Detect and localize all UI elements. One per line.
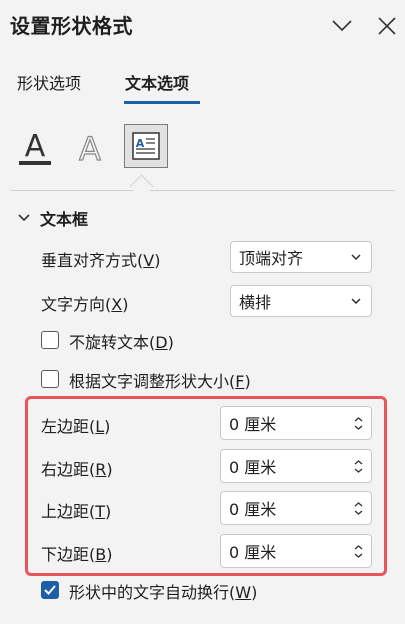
tab-text-options[interactable]: 文本选项 <box>125 70 189 94</box>
left-margin-label: 左边距(L) <box>41 417 111 436</box>
spinner-arrows-icon[interactable] <box>354 501 363 515</box>
autofit-checkbox[interactable] <box>41 370 59 388</box>
vertical-alignment-value: 顶端对齐 <box>239 249 304 268</box>
spinner-arrows-icon[interactable] <box>354 544 363 558</box>
text-direction-select[interactable]: 横排 <box>230 285 372 317</box>
right-margin-label: 右边距(R) <box>41 460 113 479</box>
svg-text:A: A <box>79 130 101 168</box>
chevron-down-icon <box>18 214 30 222</box>
text-direction-label: 文字方向(X) <box>41 295 129 314</box>
spinner-arrows-icon[interactable] <box>354 416 363 430</box>
pane-title: 设置形状格式 <box>10 14 133 38</box>
text-fill-icon[interactable]: A <box>13 126 57 170</box>
autofit-label: 根据文字调整形状大小(F) <box>69 372 251 391</box>
top-margin-value: 0 厘米 <box>229 500 277 519</box>
right-margin-value: 0 厘米 <box>229 458 277 477</box>
vertical-alignment-label: 垂直对齐方式(V) <box>41 251 161 270</box>
section-title: 文本框 <box>40 210 89 229</box>
chevron-down-icon <box>351 254 361 260</box>
chevron-down-icon <box>351 298 361 304</box>
spinner-arrows-icon[interactable] <box>354 459 363 473</box>
text-direction-value: 横排 <box>239 293 272 312</box>
left-margin-spinner[interactable]: 0 厘米 <box>220 406 372 440</box>
textbox-icon[interactable]: A <box>124 124 168 168</box>
no-rotate-checkbox[interactable] <box>41 331 59 349</box>
tab-shape-options[interactable]: 形状选项 <box>17 70 81 94</box>
bottom-margin-value: 0 厘米 <box>229 543 277 562</box>
selected-tab-pointer <box>129 174 154 199</box>
chevron-down-icon[interactable] <box>329 13 355 39</box>
top-margin-spinner[interactable]: 0 厘米 <box>220 491 372 525</box>
active-tab-indicator <box>124 101 200 104</box>
left-margin-value: 0 厘米 <box>229 415 277 434</box>
bottom-margin-label: 下边距(B) <box>41 545 113 564</box>
no-rotate-label: 不旋转文本(D) <box>69 333 174 352</box>
wrap-text-label: 形状中的文字自动换行(W) <box>69 583 258 602</box>
svg-text:A: A <box>136 137 145 150</box>
section-header-textbox[interactable]: 文本框 <box>18 206 88 230</box>
checkmark-icon <box>44 585 56 595</box>
wrap-text-checkbox[interactable] <box>41 581 59 599</box>
right-margin-spinner[interactable]: 0 厘米 <box>220 449 372 483</box>
text-outline-icon[interactable]: A <box>68 126 112 170</box>
bottom-margin-spinner[interactable]: 0 厘米 <box>220 534 372 568</box>
section-divider <box>10 190 395 191</box>
svg-text:A: A <box>25 129 46 164</box>
vertical-alignment-select[interactable]: 顶端对齐 <box>230 241 372 273</box>
top-margin-label: 上边距(T) <box>41 502 112 521</box>
close-icon[interactable] <box>374 13 400 39</box>
